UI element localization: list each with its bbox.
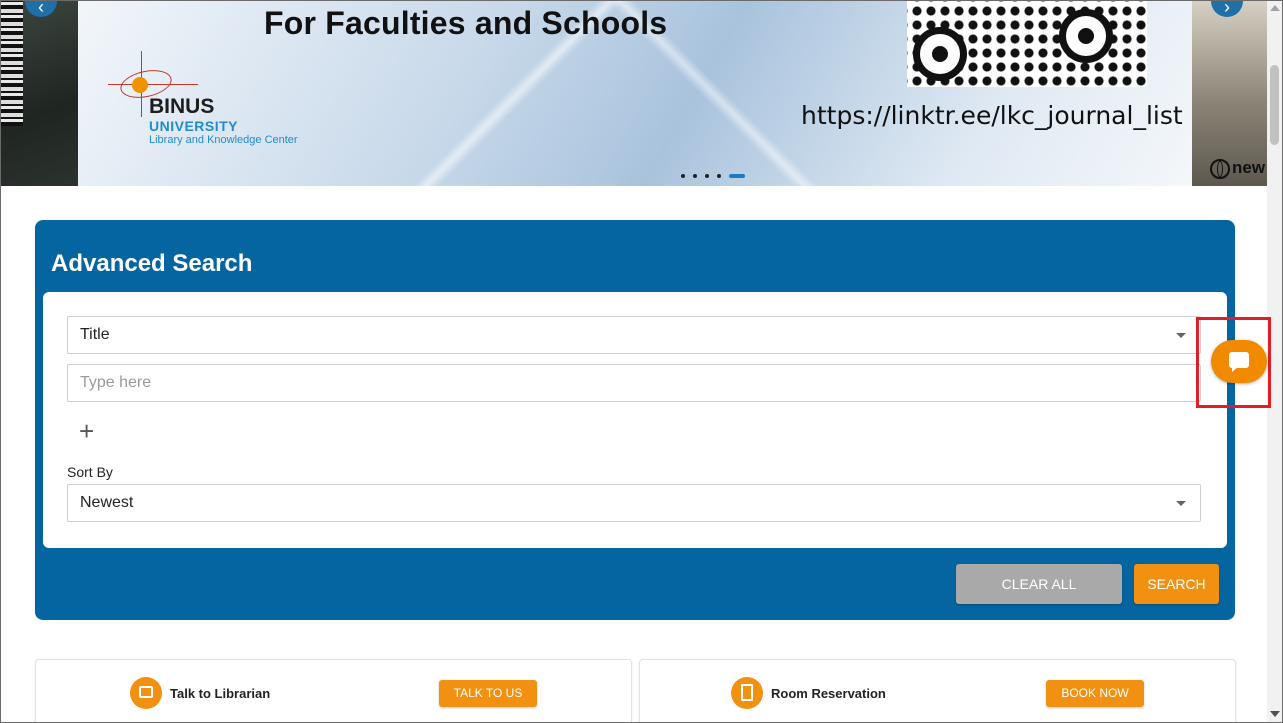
search-button[interactable]: SEARCH [1134,564,1219,604]
browser-viewport: ‹ BINUS UNIVERSITY Library and Knowledge… [0,0,1283,723]
scrollbar-thumb[interactable] [1270,65,1279,145]
slide-title: For Faculties and Schools [264,5,668,41]
carousel-dot[interactable] [705,173,709,178]
carousel-indicators [681,167,753,178]
search-form: Title + Sort By Newest [43,292,1227,548]
card-label: Room Reservation [771,686,886,701]
advanced-search-title: Advanced Search [51,250,253,277]
next-slide-label: new [1210,158,1265,179]
chevron-down-icon [1176,333,1186,338]
search-field-value: Title [80,326,110,343]
book-now-button[interactable]: BOOK NOW [1046,680,1144,707]
carousel-current-slide[interactable]: BINUS UNIVERSITY Library and Knowledge C… [78,1,1192,186]
next-slide-text: new [1232,158,1266,177]
globe-icon [1210,158,1230,179]
chat-icon [130,677,162,709]
slide-url-text: https://linktr.ee/lkc_journal_list [801,101,1183,130]
search-field-select[interactable]: Title [67,316,1201,354]
document-icon [731,677,763,709]
logo-university: UNIVERSITY [149,118,239,134]
carousel-dot[interactable] [717,173,721,178]
sort-by-label: Sort By [67,464,113,480]
logo-name: BINUS [149,95,215,118]
room-reservation-card: Room Reservation BOOK NOW [639,659,1236,722]
add-criteria-icon[interactable]: + [79,418,94,444]
search-query-input-wrapper[interactable] [67,364,1201,402]
sort-by-select[interactable]: Newest [67,484,1201,522]
carousel-dot[interactable] [693,173,697,178]
scroll-down-arrow-icon[interactable] [1270,711,1280,717]
sort-by-value: Newest [80,494,134,511]
card-label: Talk to Librarian [170,686,271,701]
chat-bubble-icon [1229,352,1249,372]
logo-subtitle: Library and Knowledge Center [149,134,298,146]
search-query-input[interactable] [68,365,1200,401]
chevron-down-icon [1176,501,1186,506]
carousel-dot-active[interactable] [729,173,745,178]
clear-all-button[interactable]: CLEAR ALL [956,564,1122,604]
qr-code-image [907,1,1147,87]
qr-code-fragment [1,1,23,126]
talk-to-us-button[interactable]: TALK TO US [439,680,537,707]
binus-logo: BINUS UNIVERSITY Library and Knowledge C… [108,51,328,151]
carousel-dot[interactable] [681,173,685,178]
carousel-next-slide-preview[interactable]: new [1192,1,1267,186]
talk-to-librarian-card: Talk to Librarian TALK TO US [35,659,632,722]
carousel-previous-slide-preview[interactable] [1,1,78,186]
advanced-search-panel: Advanced Search Title + Sort By Newest C… [35,220,1235,620]
scroll-up-arrow-icon[interactable] [1270,5,1280,11]
banner-carousel[interactable]: ‹ BINUS UNIVERSITY Library and Knowledge… [1,1,1267,186]
chat-widget-button[interactable] [1211,340,1267,383]
